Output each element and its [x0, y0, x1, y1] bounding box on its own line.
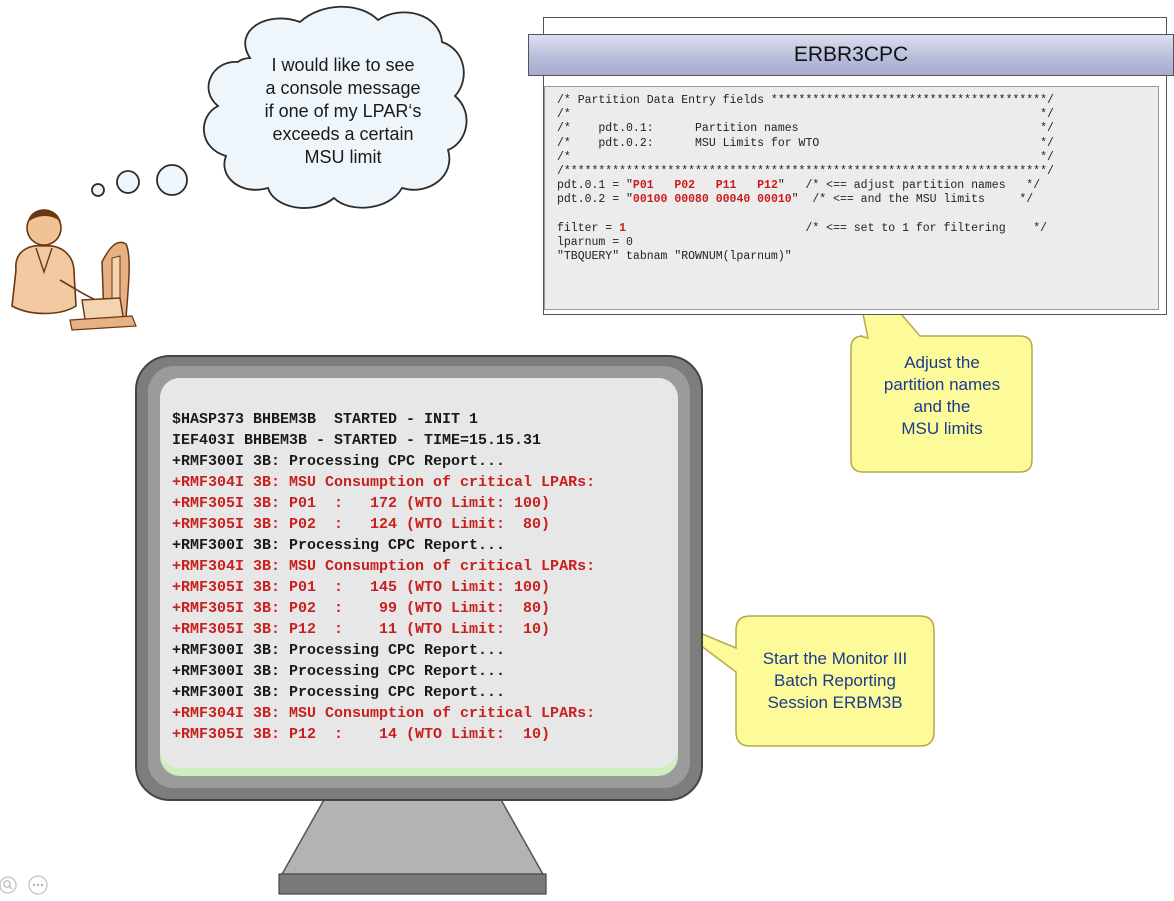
- callout-line: MSU limits: [901, 419, 983, 438]
- callout-line: Adjust the: [904, 353, 980, 372]
- console-line-alert: +RMF305I 3B: P12 : 11 (WTO Limit: 10): [172, 621, 551, 638]
- code-line: pdt.0.1 = "P01 P02 P11 P12" /* <== adjus…: [557, 179, 1158, 193]
- console-line: +RMF300I 3B: Processing CPC Report...: [172, 663, 506, 680]
- callout-line: Start the Monitor III: [762, 649, 908, 668]
- code-panel-title: ERBR3CPC: [528, 34, 1174, 76]
- thought-line: if one of my LPAR‘s: [264, 101, 422, 121]
- code-text: " /* <== and the MSU limits */: [791, 193, 1034, 207]
- code-text: filter =: [557, 221, 620, 235]
- code-line: filter = 1 /* <== set to 1 for filtering…: [557, 222, 1158, 236]
- code-text: lparnum = 0: [557, 235, 633, 249]
- code-line: /* pdt.0.2: MSU Limits for WTO */: [557, 137, 1158, 151]
- console-line-alert: +RMF304I 3B: MSU Consumption of critical…: [172, 558, 596, 575]
- code-listing: /* Partition Data Entry fields *********…: [544, 86, 1159, 310]
- console-line-alert: +RMF305I 3B: P01 : 145 (WTO Limit: 100): [172, 579, 551, 596]
- code-text: pdt.0.1 = ": [557, 179, 633, 193]
- code-text: /* <== set to 1 for filtering */: [626, 221, 1047, 235]
- code-value: P01 P02 P11 P12: [632, 179, 778, 193]
- thought-line: I would like to see: [271, 55, 415, 75]
- code-text: /* pdt.0.2: MSU Limits for WTO */: [557, 136, 1054, 150]
- code-line: /* pdt.0.1: Partition names */: [557, 122, 1158, 136]
- console-line: +RMF300I 3B: Processing CPC Report...: [172, 684, 506, 701]
- zoom-icon[interactable]: [0, 876, 17, 894]
- code-line: /* */: [557, 151, 1158, 165]
- code-line: /* */: [557, 108, 1158, 122]
- code-text: /* Partition Data Entry fields *********…: [557, 94, 1054, 107]
- thought-line: exceeds a certain: [272, 124, 414, 144]
- code-text: /***************************************…: [557, 164, 1054, 178]
- code-value: 00100 00080 00040 00010: [632, 193, 792, 207]
- code-line: /***************************************…: [557, 165, 1158, 179]
- more-options-icon[interactable]: [28, 875, 48, 895]
- callout-start-text: Start the Monitor III Batch Reporting Se…: [736, 648, 934, 714]
- console-line-alert: +RMF304I 3B: MSU Consumption of critical…: [172, 474, 596, 491]
- code-line: lparnum = 0: [557, 236, 1158, 250]
- code-text: /* */: [557, 150, 1054, 164]
- console-line: +RMF300I 3B: Processing CPC Report...: [172, 453, 506, 470]
- console-line: $HASP373 BHBEM3B STARTED - INIT 1: [172, 411, 479, 428]
- code-text: /* */: [557, 108, 1054, 122]
- code-value: 1: [619, 221, 627, 235]
- callout-adjust-text: Adjust the partition names and the MSU l…: [852, 352, 1032, 440]
- console-line: IEF403I BHBEM3B - STARTED - TIME=15.15.3…: [172, 432, 542, 449]
- code-text: "TBQUERY" tabnam "ROWNUM(lparnum)": [557, 250, 792, 264]
- thought-line: MSU limit: [304, 147, 382, 167]
- console-line: +RMF300I 3B: Processing CPC Report...: [172, 642, 506, 659]
- console-line-alert: +RMF305I 3B: P01 : 172 (WTO Limit: 100): [172, 495, 551, 512]
- console-line-alert: +RMF305I 3B: P02 : 124 (WTO Limit: 80): [172, 516, 551, 533]
- console-output: $HASP373 BHBEM3B STARTED - INIT 1 IEF403I…: [172, 409, 692, 745]
- callout-line: Batch Reporting: [774, 671, 896, 690]
- code-line: [557, 208, 1158, 222]
- thought-line: a console message: [265, 78, 421, 98]
- user-at-computer-icon: [11, 209, 137, 331]
- callout-line: partition names: [883, 375, 1001, 394]
- console-line-alert: +RMF305I 3B: P02 : 99 (WTO Limit: 80): [172, 600, 551, 617]
- code-text: pdt.0.2 = ": [557, 193, 633, 207]
- console-line: +RMF300I 3B: Processing CPC Report...: [172, 537, 506, 554]
- code-line: "TBQUERY" tabnam "ROWNUM(lparnum)": [557, 250, 1158, 264]
- callout-line: Session ERBM3B: [767, 693, 903, 712]
- code-line: pdt.0.2 = "00100 00080 00040 00010" /* <…: [557, 193, 1158, 207]
- thought-bubble-text: I would like to see a console message if…: [238, 54, 448, 169]
- console-line-alert: +RMF304I 3B: MSU Consumption of critical…: [172, 705, 596, 722]
- console-line-alert: +RMF305I 3B: P12 : 14 (WTO Limit: 10): [172, 726, 551, 743]
- code-line: /* Partition Data Entry fields *********…: [557, 94, 1158, 108]
- code-text: " /* <== adjust partition names */: [777, 179, 1041, 193]
- callout-line: and the: [913, 397, 971, 416]
- code-text: /* pdt.0.1: Partition names */: [557, 122, 1054, 136]
